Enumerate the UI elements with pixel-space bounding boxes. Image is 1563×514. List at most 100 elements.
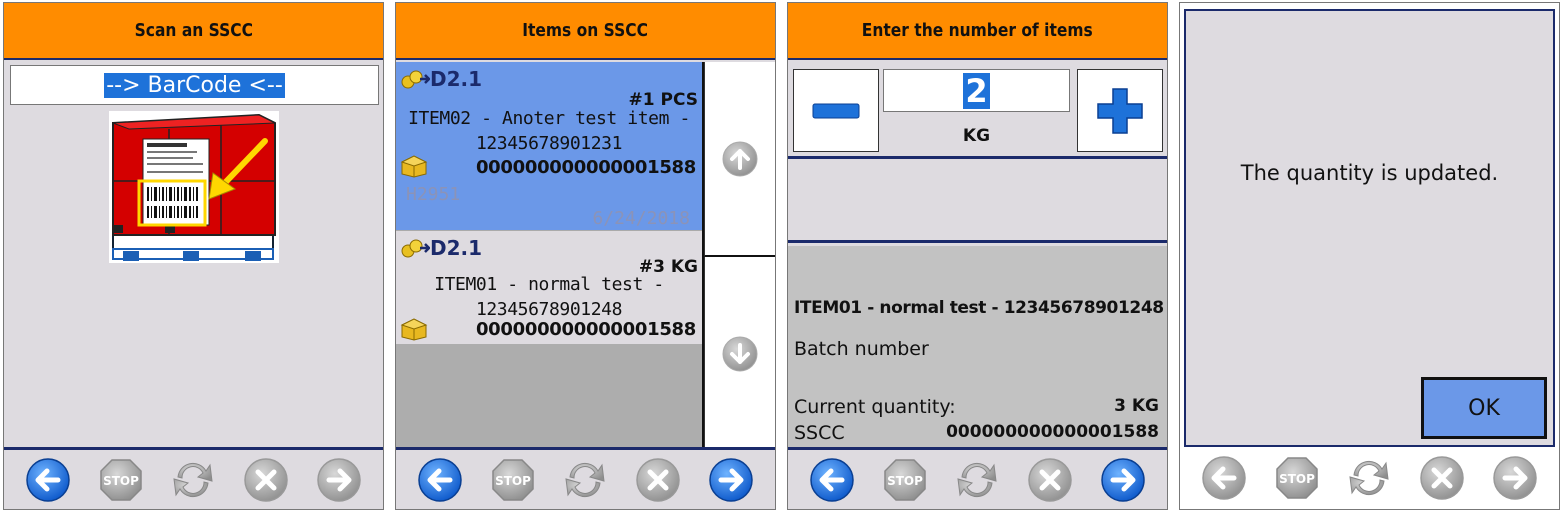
barcode-placeholder-text: --> BarCode <-- [104, 72, 285, 98]
enter-quantity-screen: Enter the number of items 2 KG ITEM01 - … [787, 2, 1168, 510]
stop-icon: STOP [100, 458, 142, 501]
stop-button[interactable]: STOP [881, 456, 929, 504]
screen-header: Enter the number of items [788, 3, 1167, 60]
stop-label: STOP [103, 474, 139, 488]
item-date: 6/24/2018 [592, 208, 690, 229]
cancel-button[interactable] [242, 456, 290, 504]
stop-label: STOP [1279, 472, 1315, 486]
batch-row: Batch number [794, 338, 1159, 360]
refresh-icon [565, 462, 606, 497]
decrement-button[interactable] [793, 69, 879, 152]
item-sscc: 000000000000001588 [475, 319, 696, 340]
cancel-icon [1028, 457, 1072, 502]
back-button[interactable] [808, 456, 856, 504]
location-move-icon [401, 70, 430, 89]
scan-sscc-screen: Scan an SSCC --> BarCode <-- STOP [3, 2, 384, 510]
item-sscc: 000000000000001588 [475, 157, 696, 178]
screen-header: Items on SSCC [396, 3, 775, 60]
screen-header: Scan an SSCC [4, 3, 383, 60]
stop-icon: STOP [492, 458, 534, 501]
scroll-down-button[interactable] [704, 257, 775, 450]
bottom-toolbar: STOP [788, 447, 1167, 509]
stop-label: STOP [495, 474, 531, 488]
quantity-stepper: 2 KG [788, 62, 1167, 159]
refresh-button[interactable] [169, 456, 217, 504]
empty-panel [788, 159, 1167, 243]
stop-button[interactable]: STOP [97, 456, 145, 504]
bottom-toolbar: STOP [396, 447, 775, 509]
stop-button[interactable]: STOP [489, 456, 537, 504]
item-list[interactable]: D2.1 #1 PCS ITEM02 - Anoter test item - … [396, 62, 704, 450]
cancel-button[interactable] [1026, 456, 1074, 504]
bottom-toolbar: STOP [4, 447, 383, 509]
forward-arrow-icon [1100, 457, 1145, 502]
item-info-panel: ITEM01 - normal test - 12345678901248 Ba… [788, 246, 1167, 450]
increment-button[interactable] [1077, 69, 1163, 152]
refresh-icon [1349, 460, 1390, 496]
location: D2.1 [400, 67, 482, 91]
item-code: 12345678901231 [475, 133, 623, 154]
page-title: Scan an SSCC [134, 20, 253, 41]
cancel-icon [1420, 456, 1464, 500]
current-quantity-row: Current quantity: 3 KG [794, 396, 1159, 418]
plus-icon [1097, 87, 1143, 134]
minus-icon [812, 103, 860, 118]
current-quantity-label: Current quantity: [794, 396, 956, 418]
item-name: ITEM02 - Anoter test item - [408, 108, 690, 129]
cancel-icon [244, 457, 288, 502]
refresh-icon [957, 462, 998, 497]
item-title: ITEM01 - normal test - 12345678901248 [794, 298, 1164, 318]
list-item[interactable]: D2.1 #1 PCS ITEM02 - Anoter test item - … [396, 62, 702, 230]
refresh-button[interactable] [561, 456, 609, 504]
forward-button[interactable] [1099, 456, 1147, 504]
barcode-input[interactable]: --> BarCode <-- [10, 65, 379, 105]
refresh-icon [173, 462, 214, 497]
back-arrow-icon [1202, 456, 1247, 500]
refresh-button[interactable] [1345, 454, 1393, 502]
forward-arrow-icon [708, 457, 753, 502]
forward-button[interactable] [707, 456, 755, 504]
back-button[interactable] [416, 456, 464, 504]
ok-button[interactable]: OK [1421, 377, 1547, 439]
back-arrow-icon [26, 457, 71, 502]
arrow-down-icon [722, 336, 758, 371]
forward-arrow-icon [316, 457, 361, 502]
list-item[interactable]: D2.1 #3 KG ITEM01 - normal test - 123456… [396, 230, 702, 344]
quantity-input[interactable]: 2 [883, 69, 1070, 112]
back-arrow-icon [418, 457, 463, 502]
bottom-toolbar: STOP [1180, 447, 1559, 509]
item-batch: H2951 [406, 184, 461, 205]
item-name: ITEM01 - normal test - [434, 274, 664, 295]
sscc-label: SSCC [794, 422, 845, 444]
stop-label: STOP [887, 474, 923, 488]
back-button[interactable] [1200, 454, 1248, 502]
box-icon [400, 155, 428, 178]
forward-button[interactable] [1491, 454, 1539, 502]
page-title: Items on SSCC [522, 20, 649, 41]
stop-button[interactable]: STOP [1273, 454, 1321, 502]
location: D2.1 [400, 236, 482, 260]
cancel-button[interactable] [1418, 454, 1466, 502]
items-on-sscc-screen: Items on SSCC D2.1 #1 PCS ITEM02 - Anote… [395, 2, 776, 510]
batch-label: Batch number [794, 338, 929, 360]
box-icon [400, 318, 428, 341]
sscc-value: 000000000000001588 [946, 422, 1159, 442]
forward-button[interactable] [315, 456, 363, 504]
cancel-button[interactable] [634, 456, 682, 504]
message-dialog: The quantity is updated. OK [1184, 9, 1555, 447]
refresh-button[interactable] [953, 456, 1001, 504]
stop-icon: STOP [1276, 457, 1318, 499]
page-title: Enter the number of items [862, 20, 1093, 41]
unit-label: KG [962, 126, 991, 146]
back-button[interactable] [24, 456, 72, 504]
sscc-row: SSCC 000000000000001588 [794, 422, 1159, 444]
confirmation-message: The quantity is updated. [1240, 161, 1499, 185]
confirmation-screen: The quantity is updated. OK STOP [1179, 2, 1560, 510]
location-move-icon [401, 239, 430, 258]
forward-arrow-icon [1492, 456, 1537, 500]
scroll-up-button[interactable] [704, 62, 775, 257]
quantity-value: 2 [963, 71, 990, 110]
arrow-up-icon [722, 141, 758, 176]
location-label: D2.1 [430, 67, 483, 91]
current-quantity-value: 3 KG [1114, 396, 1159, 416]
